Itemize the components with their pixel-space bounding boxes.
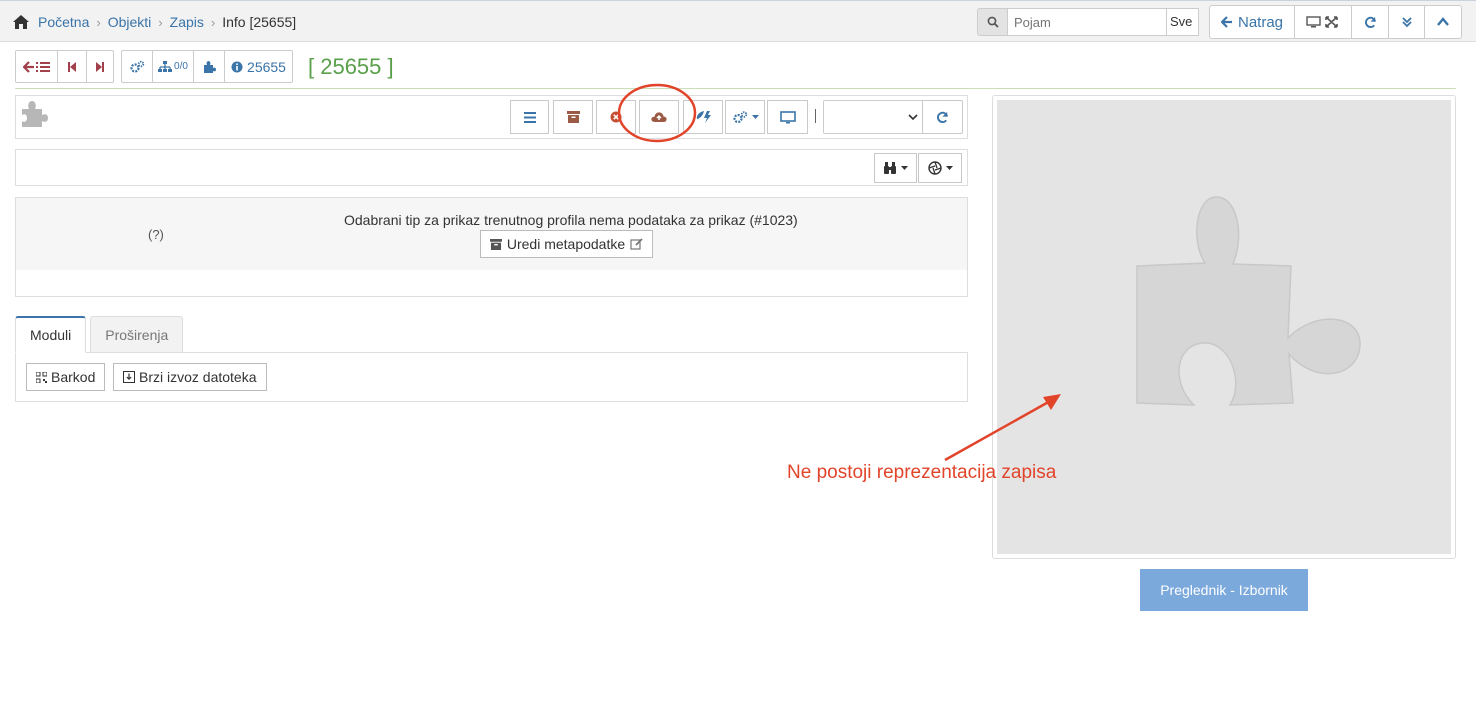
- chevron-right-icon: ›: [96, 14, 101, 30]
- breadcrumb-pocetna[interactable]: Početna: [38, 14, 89, 30]
- record-toolbar: 0/0 25655 [ 25655 ]: [15, 50, 394, 83]
- rocket-bolt-icon: [694, 111, 711, 123]
- preview-placeholder: [997, 100, 1451, 554]
- step-forward-icon: [96, 61, 104, 72]
- bars-icon: [523, 111, 536, 123]
- search-group: Sve: [977, 8, 1199, 36]
- desktop-expand-icon: [1306, 16, 1338, 28]
- cogs-icon: [130, 60, 145, 73]
- help-link[interactable]: (?): [148, 227, 164, 242]
- cogs-icon: [732, 110, 747, 123]
- caret-down-icon: [945, 166, 953, 170]
- search-dropdown-button[interactable]: [874, 153, 917, 183]
- preview-panel: [992, 95, 1456, 559]
- archive-icon: [566, 111, 580, 123]
- last-record-button[interactable]: [86, 50, 114, 83]
- collapse-down-button[interactable]: [1388, 5, 1425, 39]
- edit-icon: [630, 238, 643, 250]
- aperture-icon: [927, 161, 942, 175]
- caret-down-icon: [901, 166, 908, 170]
- delete-button[interactable]: [596, 100, 636, 134]
- edit-metadata-button[interactable]: Uredi metapodatke: [480, 230, 653, 258]
- breadcrumb-zapis[interactable]: Zapis: [170, 14, 204, 30]
- arrow-list-icon: [22, 60, 50, 73]
- puzzle-icon: [204, 60, 216, 73]
- breadcrumb-objekti[interactable]: Objekti: [108, 14, 152, 30]
- barcode-button[interactable]: Barkod: [26, 363, 106, 391]
- plugin-button[interactable]: [193, 50, 225, 83]
- chevron-right-icon: ›: [210, 14, 216, 30]
- back-to-list-button[interactable]: [15, 50, 58, 83]
- archive-icon: [489, 238, 502, 250]
- breadcrumb: Početna › Objekti › Zapis › Info [25655]: [12, 12, 296, 32]
- page-title: [ 25655 ]: [308, 53, 394, 79]
- sitemap-icon: [158, 60, 173, 72]
- chevron-up-icon: [1437, 17, 1449, 26]
- search-input[interactable]: [1007, 8, 1167, 36]
- record-id-button[interactable]: 25655: [224, 50, 293, 83]
- top-button-group: Natrag: [1209, 5, 1462, 39]
- caret-down-icon: [751, 115, 759, 119]
- first-record-button[interactable]: [57, 50, 87, 83]
- scroll-top-button[interactable]: [1424, 5, 1462, 39]
- cloud-upload-icon: [651, 112, 667, 122]
- view-select[interactable]: [823, 100, 923, 134]
- refresh-button[interactable]: [1351, 5, 1389, 39]
- display-button[interactable]: [767, 100, 808, 134]
- aperture-dropdown-button[interactable]: [918, 153, 962, 183]
- step-backward-icon: [68, 61, 76, 72]
- viewer-menu-button[interactable]: Preglednik - Izbornik: [1140, 569, 1308, 611]
- refresh-icon: [1364, 16, 1376, 28]
- archive-button[interactable]: [553, 100, 593, 134]
- quick-export-button[interactable]: Brzi izvoz datoteka: [113, 363, 267, 391]
- breadcrumb-current: Info [25655]: [222, 14, 297, 30]
- download-file-icon: [123, 371, 135, 383]
- settings-button[interactable]: [121, 50, 153, 83]
- double-chevron-down-icon: [1401, 17, 1412, 28]
- search-icon[interactable]: [977, 8, 1007, 36]
- times-circle-icon: [610, 111, 622, 123]
- toolbar-divider: [815, 109, 816, 123]
- annotation-text: Ne postoji reprezentacija zapisa: [787, 462, 1057, 483]
- fullscreen-button[interactable]: [1294, 5, 1352, 39]
- tab-bar: Moduli Proširenja: [15, 316, 187, 353]
- puzzle-icon: [22, 101, 48, 127]
- home-icon[interactable]: [12, 14, 30, 30]
- filter-panel: [15, 149, 968, 186]
- tab-prosirenja[interactable]: Proširenja: [90, 316, 184, 353]
- top-bar: Početna › Objekti › Zapis › Info [25655]…: [0, 0, 1476, 42]
- info-icon: [231, 61, 243, 72]
- no-data-message: Odabrani tip za prikaz trenutnog profila…: [344, 212, 798, 228]
- refresh-icon: [937, 111, 949, 123]
- settings-dropdown-button[interactable]: [725, 100, 765, 134]
- search-scope-select[interactable]: Sve: [1167, 8, 1199, 36]
- view-refresh-button[interactable]: [922, 100, 963, 134]
- desktop-icon: [779, 110, 796, 123]
- puzzle-icon: [1136, 196, 1361, 406]
- title-divider: [15, 88, 1456, 89]
- hierarchy-button[interactable]: 0/0: [152, 50, 194, 83]
- arrow-left-icon: [1220, 16, 1232, 28]
- actions-button[interactable]: [683, 100, 723, 134]
- back-button[interactable]: Natrag: [1209, 5, 1295, 39]
- tab-moduli[interactable]: Moduli: [15, 316, 87, 353]
- menu-button[interactable]: [510, 100, 549, 134]
- binoculars-icon: [884, 162, 896, 174]
- chevron-down-icon: [908, 114, 918, 121]
- chevron-right-icon: ›: [158, 14, 163, 30]
- upload-button[interactable]: [639, 100, 679, 134]
- qrcode-icon: [36, 371, 47, 383]
